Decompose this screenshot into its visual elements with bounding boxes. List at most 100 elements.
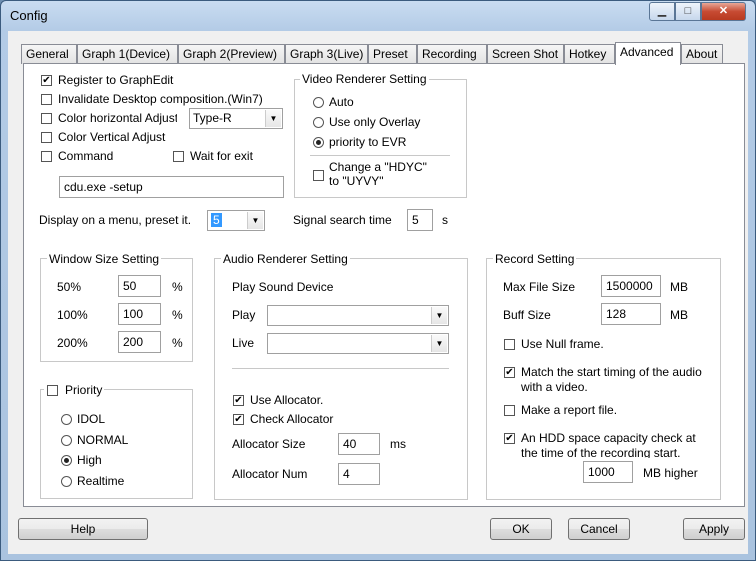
apply-button[interactable]: Apply (683, 518, 745, 540)
priority-high-label: High (77, 453, 102, 467)
size-200-unit: % (172, 336, 183, 350)
tab-recording[interactable]: Recording (417, 44, 487, 64)
allocator-num-input[interactable]: 4 (338, 463, 380, 485)
priority-normal-radio[interactable] (61, 435, 72, 446)
tab-graph1[interactable]: Graph 1(Device) (77, 44, 178, 64)
register-graphedit-checkbox[interactable]: ✔ (41, 75, 52, 86)
ok-button[interactable]: OK (490, 518, 552, 540)
priority-idol-label: IDOL (77, 412, 106, 426)
priority-normal-label: NORMAL (77, 433, 129, 447)
color-vertical-label: Color Vertical Adjust (58, 130, 166, 144)
priority-realtime-radio[interactable] (61, 476, 72, 487)
play-device-select[interactable]: ▼ (267, 305, 449, 326)
tab-graph2[interactable]: Graph 2(Preview) (178, 44, 285, 64)
allocator-size-input[interactable]: 40 (338, 433, 380, 455)
priority-high-radio[interactable] (61, 455, 72, 466)
display-menu-select[interactable]: 5 ▼ (207, 210, 265, 231)
renderer-evr-radio[interactable] (313, 137, 324, 148)
color-vertical-checkbox[interactable] (41, 132, 52, 143)
priority-realtime-label: Realtime (77, 474, 125, 488)
tab-general[interactable]: General (21, 44, 77, 64)
buff-size-label: Buff Size (503, 308, 551, 322)
renderer-auto-radio[interactable] (313, 97, 324, 108)
max-file-size-input[interactable]: 1500000 (601, 275, 661, 297)
tab-hotkey[interactable]: Hotkey (564, 44, 615, 64)
match-timing-label-2: with a video. (521, 380, 588, 394)
buff-size-unit: MB (670, 308, 688, 322)
use-null-frame-checkbox[interactable] (504, 339, 515, 350)
chevron-down-icon[interactable]: ▼ (247, 212, 263, 229)
invalidate-desktop-checkbox[interactable] (41, 94, 52, 105)
priority-checkbox[interactable] (47, 385, 58, 396)
display-menu-label: Display on a menu, preset it. (39, 213, 192, 227)
dialog-client: General Graph 1(Device) Graph 2(Preview)… (8, 31, 748, 554)
divider (232, 368, 449, 369)
priority-idol-radio[interactable] (61, 414, 72, 425)
record-setting-title: Record Setting (493, 252, 577, 266)
signal-search-input[interactable]: 5 (407, 209, 433, 231)
renderer-auto-label: Auto (329, 95, 354, 109)
make-report-checkbox[interactable] (504, 405, 515, 416)
size-100-label: 100% (57, 308, 88, 322)
color-horizontal-label: Color horizontal Adjust (58, 111, 177, 125)
color-horizontal-checkbox[interactable] (41, 113, 52, 124)
allocator-num-label: Allocator Num (232, 467, 308, 481)
tab-advanced[interactable]: Advanced (615, 42, 681, 65)
tab-graph3[interactable]: Graph 3(Live) (285, 44, 368, 64)
cancel-button[interactable]: Cancel (568, 518, 630, 540)
chevron-down-icon[interactable]: ▼ (431, 307, 447, 324)
minimize-button[interactable]: ▁ (649, 2, 675, 21)
allocator-size-label: Allocator Size (232, 437, 306, 451)
chevron-down-icon[interactable]: ▼ (431, 335, 447, 352)
tab-preset[interactable]: Preset (368, 44, 417, 64)
live-label: Live (232, 336, 255, 350)
size-200-label: 200% (57, 336, 88, 350)
priority-title: Priority (65, 383, 103, 397)
use-allocator-checkbox[interactable]: ✔ (233, 395, 244, 406)
maximize-button[interactable]: □ (675, 2, 701, 21)
command-checkbox[interactable] (41, 151, 52, 162)
size-200-input[interactable]: 200 (118, 331, 161, 353)
max-file-size-label: Max File Size (503, 280, 576, 294)
command-input[interactable]: cdu.exe -setup (59, 176, 284, 198)
max-file-size-unit: MB (670, 280, 688, 294)
change-hdyc-label-2: to "UYVY" (329, 174, 384, 188)
size-50-input[interactable]: 50 (118, 275, 161, 297)
size-50-label: 50% (57, 280, 82, 294)
hdd-check-checkbox[interactable]: ✔ (504, 433, 515, 444)
display-menu-value: 5 (211, 213, 222, 227)
check-allocator-checkbox[interactable]: ✔ (233, 414, 244, 425)
make-report-label: Make a report file. (521, 403, 618, 417)
color-type-value: Type-R (193, 111, 232, 125)
help-button[interactable]: Help (18, 518, 148, 540)
hdd-check-label-1: An HDD space capacity check at (521, 431, 696, 445)
wait-for-exit-label: Wait for exit (190, 149, 253, 163)
register-graphedit-label: Register to GraphEdit (58, 73, 174, 87)
change-hdyc-checkbox[interactable] (313, 170, 324, 181)
allocator-size-unit: ms (390, 437, 406, 451)
audio-renderer-title: Audio Renderer Setting (221, 252, 350, 266)
play-sound-device-label: Play Sound Device (232, 280, 334, 294)
match-timing-label-1: Match the start timing of the audio (521, 365, 702, 379)
use-allocator-label: Use Allocator. (250, 393, 324, 407)
size-100-input[interactable]: 100 (118, 303, 161, 325)
live-device-select[interactable]: ▼ (267, 333, 449, 354)
advanced-panel: ✔ Register to GraphEdit Invalidate Deskt… (23, 63, 745, 507)
buff-size-input[interactable]: 128 (601, 303, 661, 325)
close-button[interactable]: ✕ (701, 2, 746, 21)
hdd-space-input[interactable]: 1000 (583, 461, 633, 483)
chevron-down-icon[interactable]: ▼ (265, 110, 281, 127)
size-50-unit: % (172, 280, 183, 294)
change-hdyc-label-1: Change a "HDYC" (329, 160, 427, 174)
maximize-icon: □ (684, 5, 692, 17)
wait-for-exit-checkbox[interactable] (173, 151, 184, 162)
title-bar[interactable]: Config ▁ □ ✕ (1, 1, 755, 31)
renderer-overlay-radio[interactable] (313, 117, 324, 128)
close-icon: ✕ (718, 5, 729, 17)
match-timing-checkbox[interactable]: ✔ (504, 367, 515, 378)
window-title: Config (10, 8, 48, 23)
invalidate-desktop-label: Invalidate Desktop composition.(Win7) (58, 92, 263, 106)
tab-about[interactable]: About (681, 44, 723, 64)
color-type-select[interactable]: Type-R ▼ (189, 108, 283, 129)
tab-screenshot[interactable]: Screen Shot (487, 44, 564, 64)
